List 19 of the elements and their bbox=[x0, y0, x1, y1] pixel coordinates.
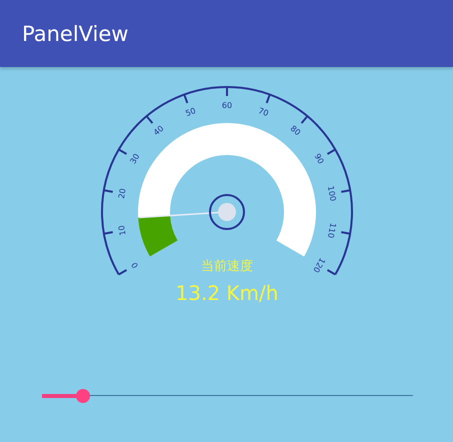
gauge-tick-label: 20 bbox=[116, 188, 128, 200]
gauge-tick-label: 50 bbox=[184, 106, 197, 118]
gauge-tick-label: 110 bbox=[326, 222, 338, 239]
gauge-tick-label: 60 bbox=[222, 101, 232, 110]
gauge-tick-label: 90 bbox=[312, 152, 326, 166]
app-title: PanelView bbox=[22, 22, 128, 46]
speed-reading: 13.2 Km/h bbox=[176, 281, 278, 305]
speed-caption: 当前速度 bbox=[201, 259, 253, 274]
gauge-tick-label: 70 bbox=[257, 106, 270, 118]
gauge-tick-label: 10 bbox=[116, 224, 128, 236]
gauge-tick-label: 0 bbox=[130, 260, 140, 270]
slider-thumb[interactable] bbox=[76, 388, 90, 402]
gauge-tick-label: 100 bbox=[326, 185, 338, 202]
gauge-hub bbox=[209, 194, 245, 230]
gauge-fill bbox=[138, 216, 178, 256]
gauge-tick-label: 40 bbox=[152, 124, 166, 138]
gauge-tick-label: 80 bbox=[288, 124, 302, 138]
gauge-tick-label: 30 bbox=[128, 152, 142, 166]
gauge-hub-dot bbox=[218, 203, 236, 221]
